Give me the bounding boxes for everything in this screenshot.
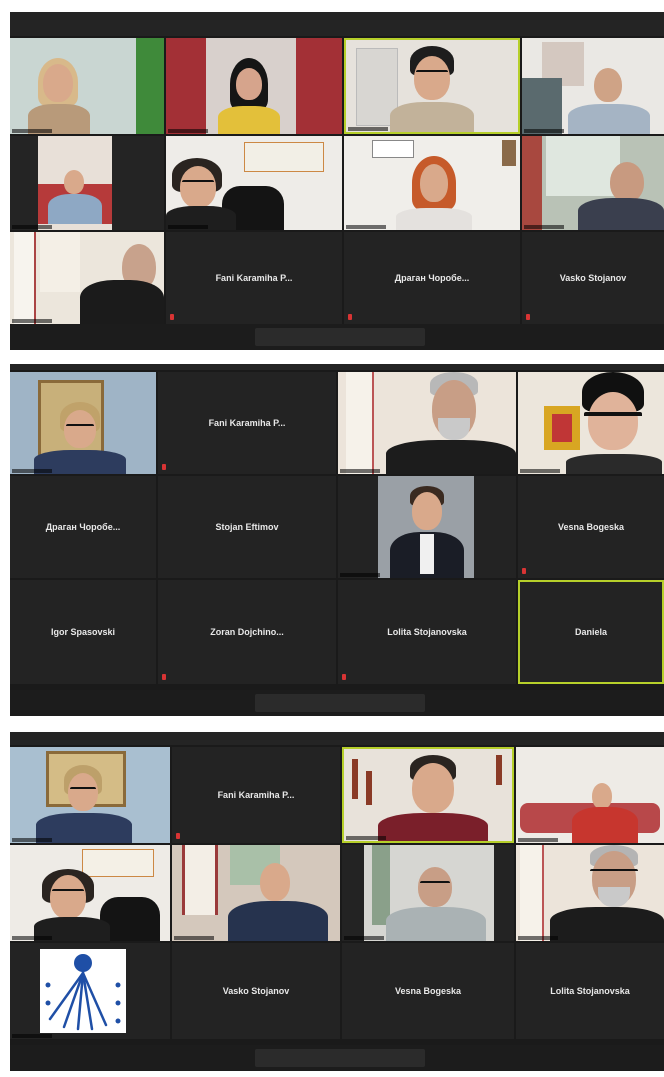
participant-name: Драган Чоробе... [394, 273, 470, 283]
video-tile-active-speaker[interactable] [342, 747, 514, 843]
participant-tile-name-only[interactable]: Lolita Stojanovska [516, 943, 664, 1039]
video-tile[interactable] [522, 38, 664, 134]
meeting-bottom-bar [10, 1045, 664, 1071]
mic-muted-icon [162, 464, 166, 470]
participant-tile-name-only[interactable]: Драган Чоробе... [344, 232, 520, 324]
video-tile[interactable] [522, 136, 664, 230]
video-tile[interactable] [516, 845, 664, 941]
participant-name: Vesna Bogeska [394, 986, 462, 996]
participant-tile-name-only[interactable]: Zoran Dojchino... [158, 580, 336, 684]
organization-logo [40, 949, 126, 1033]
participant-tile-name-only[interactable]: Igor Spasovski [10, 580, 156, 684]
participant-name: Daniela [574, 627, 607, 637]
participant-name: Vasko Stojanov [559, 273, 627, 283]
participant-name: Stojan Eftimov [215, 522, 279, 532]
participant-name: Fani Karamiha P... [217, 790, 295, 800]
mic-muted-icon [162, 674, 166, 680]
video-tile[interactable] [10, 38, 164, 134]
video-tile[interactable] [10, 232, 164, 324]
video-tile[interactable] [166, 136, 342, 230]
meeting-top-bar [10, 364, 664, 370]
video-tile[interactable] [10, 136, 164, 230]
meeting-window-1: Fani Karamiha P... Драган Чоробе... Vask… [10, 12, 664, 350]
video-tile[interactable] [10, 372, 156, 474]
participant-name: Vesna Bogeska [557, 522, 625, 532]
video-tile[interactable] [10, 845, 170, 941]
video-tile[interactable] [10, 943, 170, 1039]
participant-tile-active-speaker[interactable]: Daniela [518, 580, 664, 684]
participant-tile-name-only[interactable]: Fani Karamiha P... [166, 232, 342, 324]
participant-tile-name-only[interactable]: Fani Karamiha P... [172, 747, 340, 843]
mic-muted-icon [176, 833, 180, 839]
video-tile[interactable] [166, 38, 342, 134]
meeting-window-3: Fani Karamiha P... Vasko Stojanov Vesna … [10, 732, 664, 1071]
meeting-bottom-bar [10, 690, 664, 716]
video-tile[interactable] [516, 747, 664, 843]
video-tile[interactable] [172, 845, 340, 941]
mic-muted-icon [342, 674, 346, 680]
participant-tile-name-only[interactable]: Stojan Eftimov [158, 476, 336, 578]
participant-tile-name-only[interactable]: Fani Karamiha P... [158, 372, 336, 474]
mic-muted-icon [170, 314, 174, 320]
participant-name: Zoran Dojchino... [210, 627, 284, 637]
participant-tile-name-only[interactable]: Vesna Bogeska [342, 943, 514, 1039]
video-tile[interactable] [338, 476, 516, 578]
meeting-top-bar [10, 732, 664, 745]
meeting-bottom-bar [10, 324, 664, 350]
meeting-window-2: Fani Karamiha P... Драган Чоробе... Stoj… [10, 364, 664, 716]
video-tile[interactable] [342, 845, 514, 941]
participant-name: Lolita Stojanovska [387, 627, 467, 637]
participant-name: Fani Karamiha P... [208, 418, 286, 428]
meeting-top-bar [10, 12, 664, 36]
mic-muted-icon [526, 314, 530, 320]
mic-muted-icon [522, 568, 526, 574]
video-tile[interactable] [344, 136, 520, 230]
participant-name: Fani Karamiha P... [215, 273, 293, 283]
mic-muted-icon [348, 314, 352, 320]
video-tile[interactable] [338, 372, 516, 474]
participant-tile-name-only[interactable]: Vesna Bogeska [518, 476, 664, 578]
participant-tile-name-only[interactable]: Vasko Stojanov [172, 943, 340, 1039]
participant-name: Vasko Stojanov [222, 986, 290, 996]
participant-tile-name-only[interactable]: Драган Чоробе... [10, 476, 156, 578]
participant-name: Драган Чоробе... [45, 522, 121, 532]
participant-tile-name-only[interactable]: Lolita Stojanovska [338, 580, 516, 684]
video-tile[interactable] [10, 747, 170, 843]
participant-name: Igor Spasovski [50, 627, 116, 637]
participant-tile-name-only[interactable]: Vasko Stojanov [522, 232, 664, 324]
video-tile-active-speaker[interactable] [344, 38, 520, 134]
video-tile[interactable] [518, 372, 664, 474]
participant-name: Lolita Stojanovska [550, 986, 630, 996]
